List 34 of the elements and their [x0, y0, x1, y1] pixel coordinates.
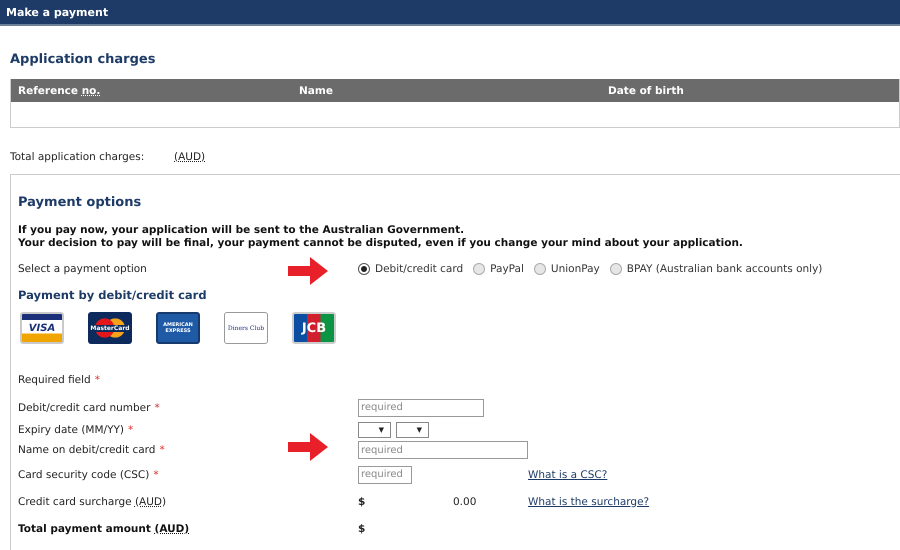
total-charges-label: Total application charges: — [10, 151, 146, 163]
section-title: Application charges — [10, 51, 156, 67]
field-label: Total payment amount (AUD) — [18, 522, 190, 534]
card-logo: VISA — [20, 312, 64, 344]
notice-text: If you pay now, your application will be sent to the Australian Government. — [18, 224, 466, 237]
payment-option-radio[interactable]: PayPal — [473, 263, 524, 275]
payment-option-radio[interactable]: UnionPay — [534, 263, 600, 275]
required-note: Required field * — [18, 374, 100, 386]
payment-option-radio[interactable]: Debit/credit card — [358, 263, 464, 275]
text-field[interactable]: required — [358, 398, 484, 416]
amount-value: 0.00 — [453, 496, 478, 508]
field-label: Debit/credit card number * — [18, 402, 161, 414]
help-link[interactable]: What is the surcharge? — [528, 496, 650, 508]
field-label: Expiry date (MM/YY) * — [18, 424, 134, 436]
page-title: Make a payment — [0, 0, 900, 26]
column-header: Date of birth — [608, 84, 685, 96]
field-label: Card security code (CSC) * — [18, 468, 160, 480]
text-field[interactable]: required — [358, 466, 412, 484]
column-header: Name — [299, 84, 334, 96]
currency-sign: $ — [358, 496, 366, 508]
arrow-icon — [288, 433, 328, 461]
section-subtitle: Payment by debit/credit card — [18, 288, 208, 302]
field-label: Select a payment option — [18, 263, 148, 275]
text-field[interactable]: required — [358, 441, 528, 459]
currency-sign: $ — [358, 522, 366, 534]
column-header: Reference no. — [18, 84, 102, 96]
help-link[interactable]: What is a CSC? — [528, 468, 608, 480]
field-label: Name on debit/credit card * — [18, 444, 166, 456]
notice-text: Your decision to pay will be final, your payment cannot be disputed, even if you change your mind about your application. — [18, 237, 744, 250]
arrow-icon — [288, 257, 328, 285]
payment-option-radio[interactable]: BPAY (Australian bank accounts only) — [610, 263, 822, 275]
currency-unit: (AUD) — [174, 151, 206, 163]
section-title: Payment options — [18, 194, 142, 212]
field-label: Credit card surcharge (AUD) — [18, 496, 168, 508]
